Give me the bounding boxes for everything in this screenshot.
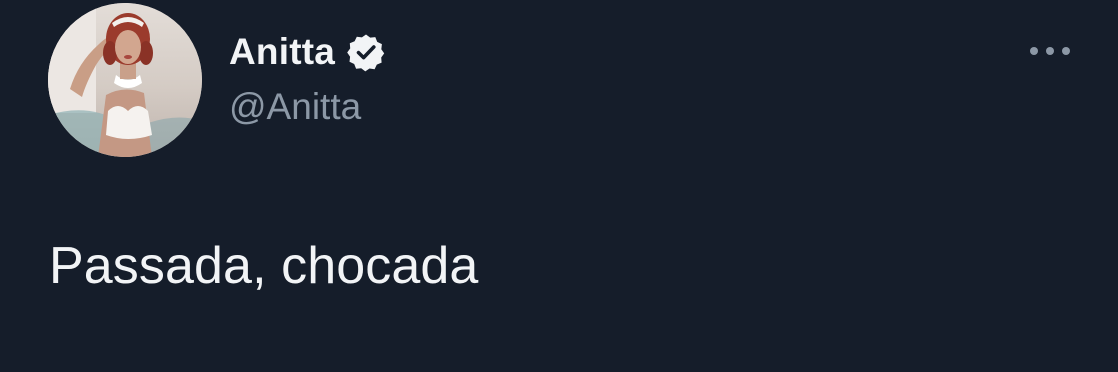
avatar[interactable] [48, 3, 202, 157]
more-options-button[interactable] [1024, 36, 1076, 66]
author-display-name[interactable]: Anitta [229, 30, 335, 74]
author-name-row: Anitta [229, 30, 386, 74]
author-handle[interactable]: @Anitta [229, 85, 361, 129]
verified-badge-icon [346, 32, 386, 72]
more-options-icon [1030, 47, 1070, 55]
avatar-photo-image [48, 3, 202, 157]
tweet: Anitta @Anitta Passada, chocada [0, 0, 1118, 372]
tweet-text: Passada, chocada [49, 237, 479, 295]
